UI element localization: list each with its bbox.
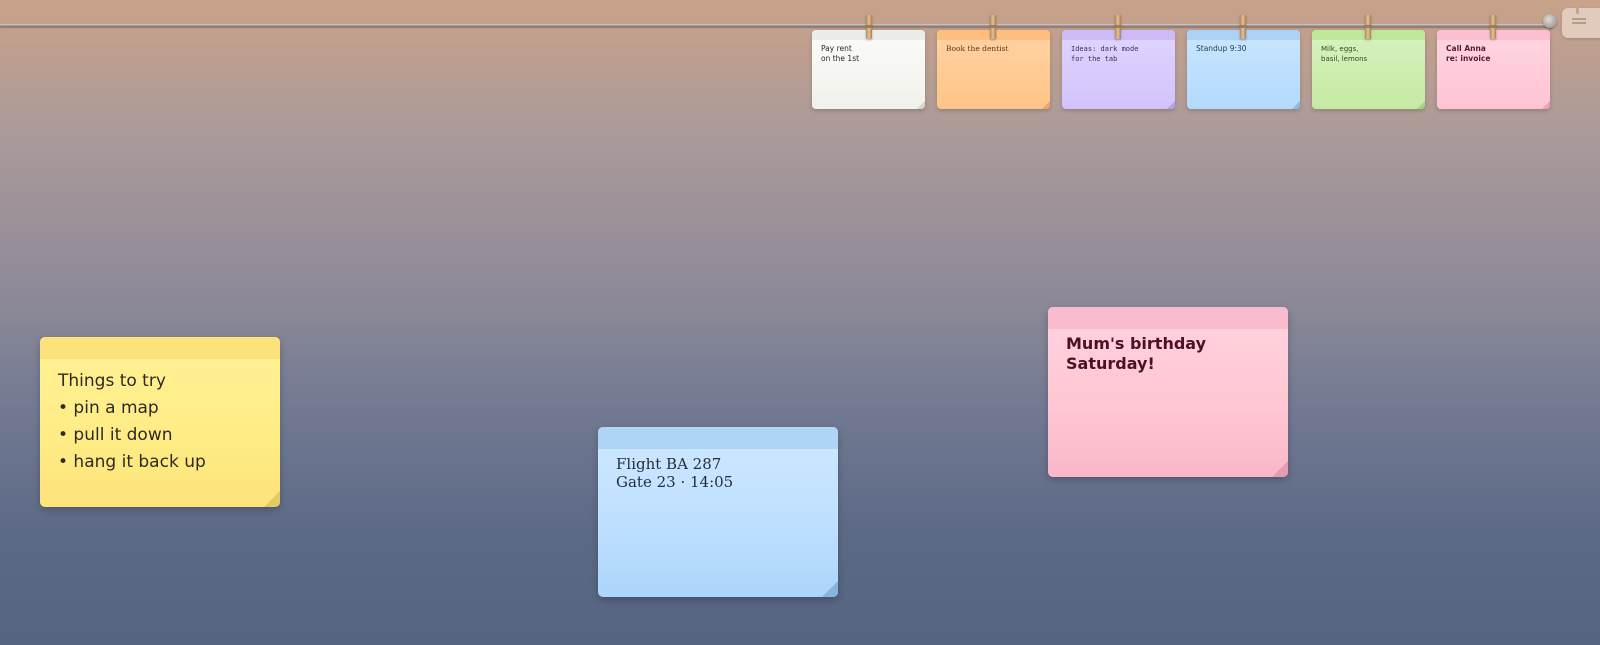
clothespin-icon[interactable] [865,15,873,39]
clothespin-icon[interactable] [1114,15,1122,39]
note-line: Things to try [58,371,166,391]
note-band [1048,307,1288,329]
note-line: Flight BA 287 [616,455,722,473]
hanging-note-text: Call Anna re: invoice [1446,44,1491,63]
note-fold [1042,101,1050,109]
hanging-note-text: Milk, eggs, basil, lemons [1321,45,1368,63]
hanging-note-text: Standup 9:30 [1196,44,1247,53]
hanging-note-dentist[interactable]: Book the dentist [937,30,1050,109]
note-fold [1272,461,1288,477]
line-hook-icon[interactable] [1543,14,1557,28]
note-line: • hang it back up [58,452,206,472]
note-fold [264,491,280,507]
hanging-note-rent[interactable]: Pay rent on the 1st [812,30,925,109]
note-line: Saturday! [1066,354,1155,373]
note-line: Gate 23 · 14:05 [616,473,734,491]
clothespin-icon[interactable] [1489,15,1497,39]
hanging-note-standup[interactable]: Standup 9:30 [1187,30,1300,109]
sticky-note-things-to-try[interactable]: Things to try • pin a map • pull it down… [40,337,280,507]
clothespin-icon[interactable] [1364,15,1372,39]
hanging-note-text: Book the dentist [946,44,1009,53]
note-line: Mum's birthday [1066,334,1207,353]
sticky-note-birthday[interactable]: Mum's birthday Saturday! [1048,307,1288,477]
note-fold [1542,101,1550,109]
note-tray-icon[interactable] [1562,2,1600,38]
note-fold [1292,101,1300,109]
hanging-note-anna[interactable]: Call Anna re: invoice [1437,30,1550,109]
hanging-note-text: Ideas: dark mode for the tab [1071,45,1139,63]
note-band [598,427,838,449]
note-line: • pin a map [58,398,159,418]
note-line: • pull it down [58,425,173,445]
clothespin-icon[interactable] [989,15,997,39]
sticky-note-flight[interactable]: Flight BA 287 Gate 23 · 14:05 [598,427,838,597]
note-fold [917,101,925,109]
note-fold [1167,101,1175,109]
hanging-note-text: Pay rent on the 1st [821,44,860,63]
note-fold [1417,101,1425,109]
note-fold [822,581,838,597]
clothesline [0,24,1552,27]
hanging-note-grocery[interactable]: Milk, eggs, basil, lemons [1312,30,1425,109]
hanging-note-ideas[interactable]: Ideas: dark mode for the tab [1062,30,1175,109]
note-band [40,337,280,359]
clothespin-icon[interactable] [1239,15,1247,39]
